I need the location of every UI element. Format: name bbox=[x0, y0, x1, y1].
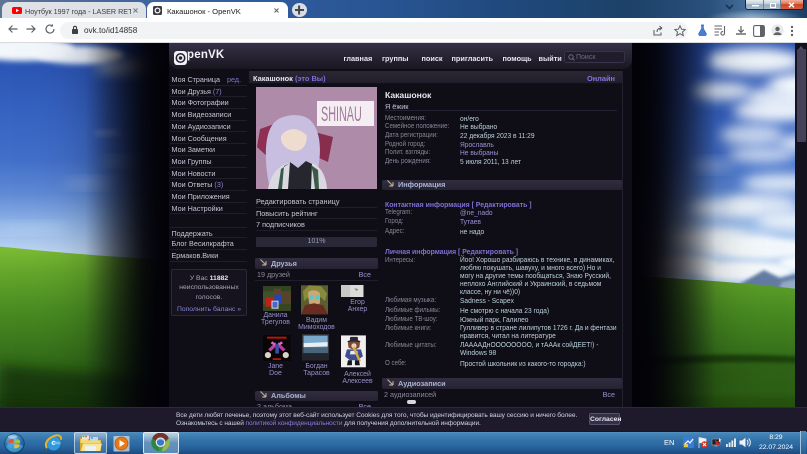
svg-text:SHINAU: SHINAU bbox=[321, 102, 362, 126]
